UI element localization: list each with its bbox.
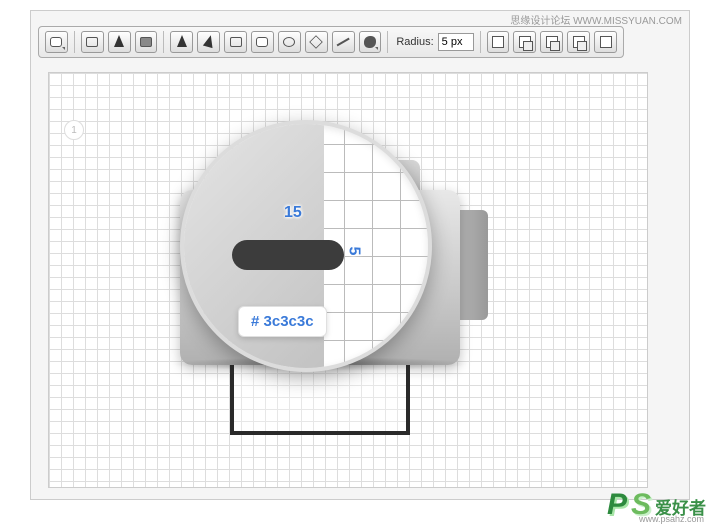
path-op-exclude[interactable] (594, 31, 617, 53)
step-badge: 1 (64, 120, 84, 140)
rounded-rectangle-tool-icon[interactable] (251, 31, 274, 53)
separator (387, 31, 388, 53)
radius-input[interactable] (438, 33, 474, 51)
path-op-intersect[interactable] (567, 31, 590, 53)
custom-shape-tool-icon[interactable] (359, 31, 382, 53)
polygon-tool-icon[interactable] (305, 31, 328, 53)
freeform-pen-icon[interactable] (197, 31, 220, 53)
pen-tool-icon[interactable] (170, 31, 193, 53)
path-op-subtract[interactable] (540, 31, 563, 53)
footer-url: www.psahz.com (639, 514, 704, 524)
mode-path[interactable] (108, 31, 131, 53)
options-toolbar: Radius: (38, 26, 624, 58)
line-tool-icon[interactable] (332, 31, 355, 53)
watermark-url: WWW.MISSYUAN.COM (573, 16, 682, 27)
magnifier-detail: 15 5 # 3c3c3c (180, 120, 432, 372)
separator (74, 31, 75, 53)
annotation-height: 5 (344, 247, 362, 256)
rectangle-tool-icon[interactable] (224, 31, 247, 53)
annotation-color-hex: # 3c3c3c (238, 306, 327, 337)
separator (480, 31, 481, 53)
ellipse-tool-icon[interactable] (278, 31, 301, 53)
magnifier-slot-shape (232, 240, 344, 270)
separator (163, 31, 164, 53)
radius-label: Radius: (396, 36, 433, 48)
watermark-top: 思缘设计论坛 WWW.MISSYUAN.COM (510, 12, 682, 27)
printer-tray (230, 365, 410, 435)
mode-fill-pixels[interactable] (135, 31, 158, 53)
annotation-width: 15 (284, 204, 302, 222)
path-op-new[interactable] (487, 31, 510, 53)
watermark-cn: 思缘设计论坛 (510, 16, 570, 27)
path-op-add[interactable] (513, 31, 536, 53)
tool-preset-picker[interactable] (45, 31, 68, 53)
mode-shape-layer[interactable] (81, 31, 104, 53)
logo-p: P (607, 488, 627, 522)
